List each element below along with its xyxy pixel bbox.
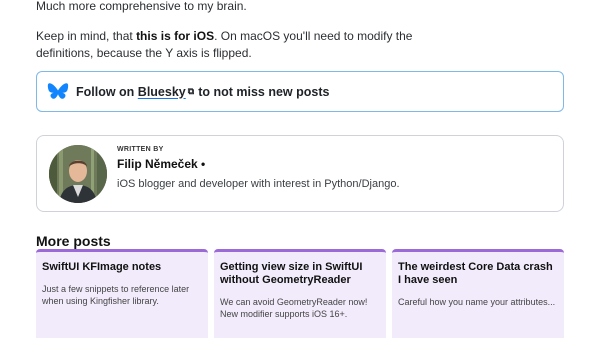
post-card[interactable]: SwiftUI KFImage notes Just a few snippet… [36, 249, 208, 338]
bluesky-follow-post: to not miss new posts [198, 84, 330, 99]
author-card: WRITTEN BY Filip Němeček • iOS blogger a… [36, 135, 564, 212]
post-title[interactable]: The weirdest Core Data crash I have seen [398, 261, 558, 287]
post-title[interactable]: SwiftUI KFImage notes [42, 261, 202, 274]
bluesky-follow-pre: Follow on [76, 84, 138, 99]
post-description: Careful how you name your attributes... [398, 297, 556, 307]
written-by-label: WRITTEN BY [117, 146, 164, 153]
bluesky-butterfly-icon [47, 82, 69, 102]
post-card[interactable]: The weirdest Core Data crash I have seen… [392, 249, 564, 338]
post-card[interactable]: Getting view size in SwiftUI without Geo… [214, 249, 386, 338]
paragraph-ios-note: Keep in mind, that this is for iOS. On m… [36, 28, 416, 62]
author-name[interactable]: Filip Němeček • [117, 157, 205, 171]
post-description: Just a few snippets to reference later w… [42, 284, 190, 306]
external-link-icon: ⧉ [187, 86, 195, 96]
post-title[interactable]: Getting view size in SwiftUI without Geo… [220, 261, 380, 287]
more-posts-heading: More posts [36, 233, 111, 249]
post-description: We can avoid GeometryReader now! New mod… [220, 297, 368, 319]
paragraph-ios-note-bold: this is for iOS [136, 29, 215, 43]
paragraph-ios-note-pre: Keep in mind, that [36, 29, 137, 43]
avatar [49, 145, 107, 203]
author-bio: iOS blogger and developer with interest … [117, 178, 400, 190]
bluesky-follow-box: Follow on Bluesky ⧉ to not miss new post… [36, 71, 564, 112]
bluesky-link[interactable]: Bluesky [138, 85, 186, 99]
paragraph-comprehensive: Much more comprehensive to my brain. [36, 0, 247, 13]
